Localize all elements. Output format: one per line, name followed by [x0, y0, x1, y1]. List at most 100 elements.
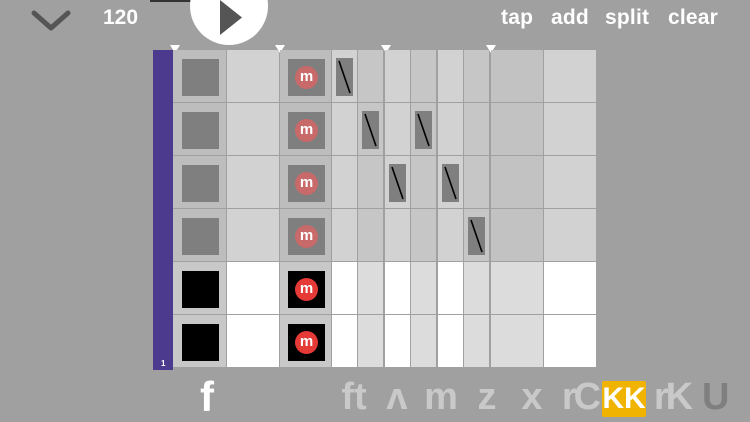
step-cell[interactable]: [332, 262, 357, 314]
pattern-sidebar[interactable]: 1: [153, 50, 173, 370]
step-cell[interactable]: [464, 262, 489, 314]
step-cell-wide[interactable]: [544, 50, 596, 102]
empty-cell[interactable]: [227, 50, 279, 102]
tempo-value[interactable]: 120: [103, 6, 138, 30]
step-cell-wide[interactable]: [491, 156, 543, 208]
step-cell[interactable]: [332, 50, 357, 102]
x-icon[interactable]: x: [516, 375, 548, 419]
mute-button: m: [288, 324, 325, 361]
top-bar: 120 tap add split clear: [0, 0, 750, 45]
step-cell-wide[interactable]: [544, 315, 596, 367]
step-cell[interactable]: [438, 315, 463, 367]
empty-cell[interactable]: [227, 315, 279, 367]
step-cell[interactable]: [358, 262, 383, 314]
empty-cell[interactable]: [227, 262, 279, 314]
step-cell-wide[interactable]: [491, 262, 543, 314]
step-cell-wide[interactable]: [544, 209, 596, 261]
play-icon: [220, 0, 242, 35]
mute-icon: m: [295, 225, 318, 248]
track-row: m: [173, 103, 597, 156]
step-cell-wide[interactable]: [544, 262, 596, 314]
step-cell[interactable]: [385, 50, 410, 102]
mute-cell[interactable]: m: [280, 156, 331, 208]
step-cell[interactable]: [411, 315, 436, 367]
step-cell[interactable]: [438, 156, 463, 208]
step-cell[interactable]: [358, 50, 383, 102]
step-cell-wide[interactable]: [491, 315, 543, 367]
step-cell[interactable]: [464, 103, 489, 155]
trigger-pad: [182, 165, 219, 202]
sequencer-grid: 1 m m m m m m: [153, 50, 597, 370]
f-icon[interactable]: f: [194, 375, 220, 419]
step-cell-wide[interactable]: [544, 156, 596, 208]
track-row: m: [173, 156, 597, 209]
caret-up-icon[interactable]: ʌ: [380, 375, 414, 419]
step-cell[interactable]: [464, 209, 489, 261]
mute-cell[interactable]: m: [280, 209, 331, 261]
step-cell[interactable]: [438, 103, 463, 155]
step-cell[interactable]: [411, 50, 436, 102]
trigger-pad: [182, 324, 219, 361]
rc-icon[interactable]: rC: [558, 375, 602, 419]
step-cell[interactable]: [438, 50, 463, 102]
mute-cell[interactable]: m: [280, 262, 331, 314]
step-cell[interactable]: [358, 156, 383, 208]
mute-button: m: [288, 218, 325, 255]
empty-cell[interactable]: [227, 156, 279, 208]
trigger-cell[interactable]: [173, 315, 226, 367]
step-cell[interactable]: [332, 156, 357, 208]
step-cell[interactable]: [385, 156, 410, 208]
add-button[interactable]: add: [551, 6, 589, 30]
play-button[interactable]: [190, 0, 268, 45]
step-cell[interactable]: [438, 262, 463, 314]
empty-cell[interactable]: [227, 209, 279, 261]
step-cell-wide[interactable]: [491, 103, 543, 155]
chevron-down-icon[interactable]: [30, 8, 72, 34]
step-cell[interactable]: [358, 315, 383, 367]
u-icon[interactable]: U: [702, 375, 729, 419]
step-cell[interactable]: [332, 209, 357, 261]
mute-cell[interactable]: m: [280, 315, 331, 367]
mute-button: m: [288, 59, 325, 96]
step-cell[interactable]: [438, 209, 463, 261]
step-cell[interactable]: [411, 209, 436, 261]
trigger-cell[interactable]: [173, 50, 226, 102]
step-cell[interactable]: [358, 209, 383, 261]
mute-cell[interactable]: m: [280, 50, 331, 102]
step-cell[interactable]: [385, 262, 410, 314]
step-cell-wide[interactable]: [491, 50, 543, 102]
trigger-cell[interactable]: [173, 209, 226, 261]
step-cell[interactable]: [358, 103, 383, 155]
z-icon[interactable]: z: [472, 375, 502, 419]
step-cell[interactable]: [411, 103, 436, 155]
mute-icon: m: [295, 278, 318, 301]
step-cell[interactable]: [464, 50, 489, 102]
split-button[interactable]: split: [605, 6, 649, 30]
step-cell[interactable]: [411, 156, 436, 208]
step-cell[interactable]: [464, 315, 489, 367]
step-cell-wide[interactable]: [544, 103, 596, 155]
trigger-cell[interactable]: [173, 156, 226, 208]
step-cell[interactable]: [332, 103, 357, 155]
kk-icon[interactable]: KK: [602, 381, 646, 417]
trigger-cell[interactable]: [173, 262, 226, 314]
step-cell[interactable]: [332, 315, 357, 367]
clear-button[interactable]: clear: [668, 6, 718, 30]
tap-button[interactable]: tap: [501, 6, 533, 30]
step-cell[interactable]: [385, 103, 410, 155]
m-icon[interactable]: m: [420, 375, 462, 419]
step-cell[interactable]: [385, 209, 410, 261]
step-cell[interactable]: [464, 156, 489, 208]
track-row: m: [173, 262, 597, 315]
mute-button: m: [288, 112, 325, 149]
rk-icon[interactable]: rK: [650, 375, 694, 419]
ft-icon[interactable]: ft: [334, 375, 374, 419]
empty-cell[interactable]: [227, 103, 279, 155]
note-block: [468, 217, 485, 255]
trigger-cell[interactable]: [173, 103, 226, 155]
step-cell[interactable]: [385, 315, 410, 367]
step-cell[interactable]: [411, 262, 436, 314]
bottom-toolbar: f ft ʌ m z x rC KK rK U: [0, 375, 750, 422]
mute-cell[interactable]: m: [280, 103, 331, 155]
step-cell-wide[interactable]: [491, 209, 543, 261]
